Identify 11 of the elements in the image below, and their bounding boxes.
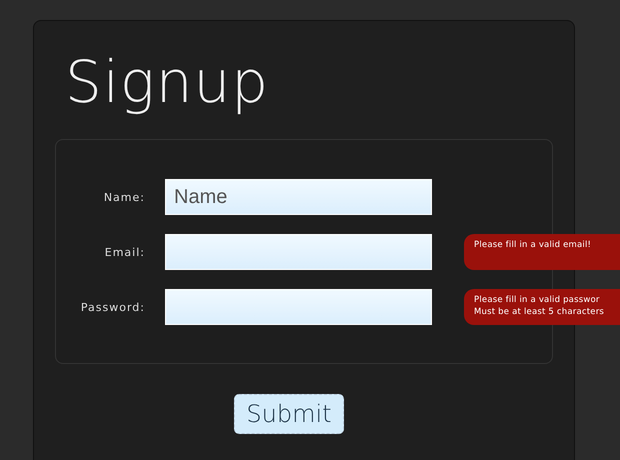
error-message: Must be at least 5 characters <box>474 306 606 318</box>
error-message: Please fill in a valid email! <box>474 239 592 251</box>
error-message: Please fill in a valid passwor <box>474 294 601 306</box>
field-label: Email: <box>104 246 145 258</box>
submit-button[interactable]: Submit <box>234 394 344 434</box>
field-label: Name: <box>102 190 145 204</box>
field-label: Password: <box>80 300 145 314</box>
input-field[interactable]: Name <box>165 179 432 215</box>
page-title: Signup <box>65 47 270 117</box>
input-field[interactable] <box>165 234 432 270</box>
input-field[interactable] <box>165 289 432 325</box>
